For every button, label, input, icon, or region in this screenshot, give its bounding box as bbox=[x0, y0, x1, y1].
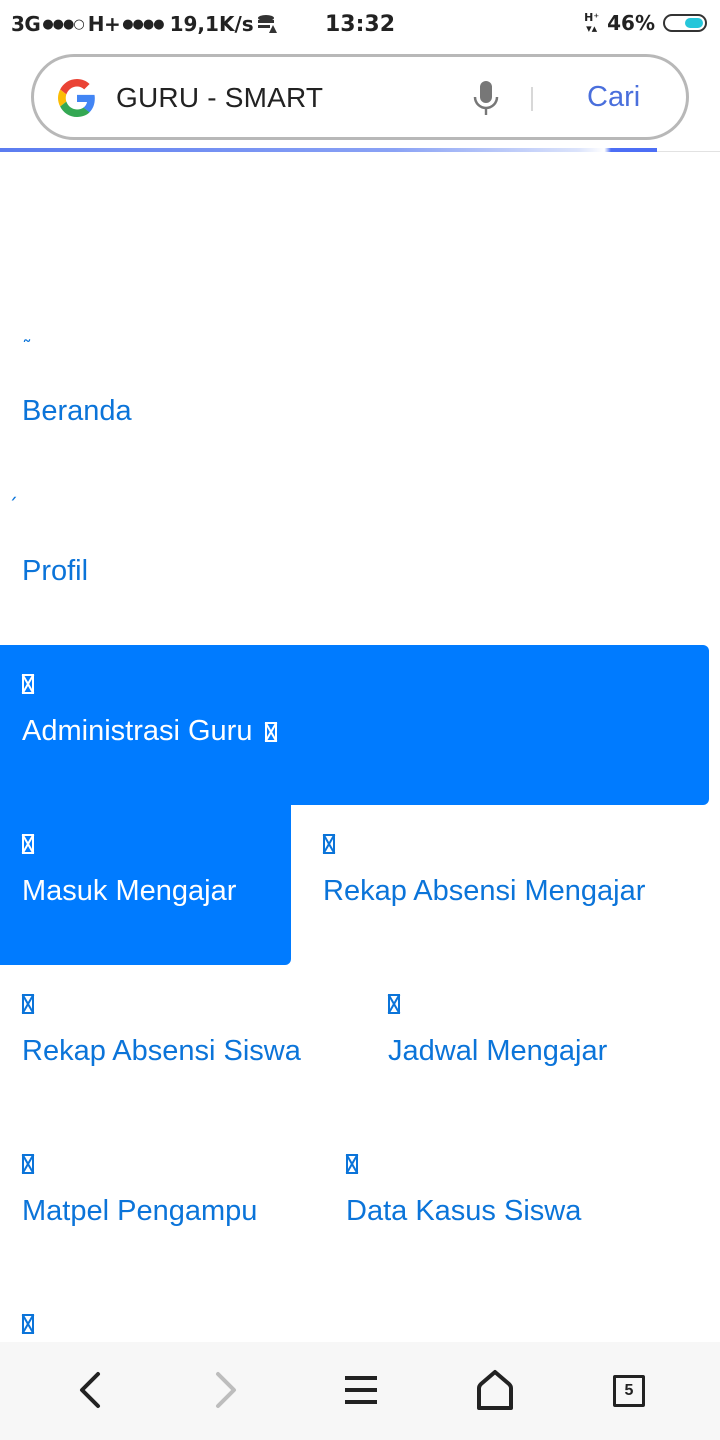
menu-item-matpel-pengampu[interactable]: Matpel Pengampu bbox=[0, 1125, 320, 1285]
page-load-progress bbox=[0, 148, 657, 152]
menu-item-profil[interactable]: ´ Profil bbox=[0, 485, 720, 595]
menu-item-label: Administrasi Guru bbox=[22, 715, 253, 747]
menu-item-label: Jadwal Mengajar bbox=[388, 1035, 608, 1067]
search-bar[interactable]: GURU - SMART Cari bbox=[31, 54, 689, 140]
status-right: H⁺ ▾▴ 46% bbox=[584, 11, 707, 35]
menu-item-beranda[interactable]: ˜ Beranda bbox=[0, 325, 720, 435]
chevron-down-icon bbox=[264, 722, 277, 743]
profile-icon: ´ bbox=[8, 494, 18, 518]
search-query[interactable]: GURU - SMART bbox=[116, 82, 323, 114]
folder-icon bbox=[22, 673, 34, 695]
menu-item-rekap-absensi-mengajar[interactable]: Rekap Absensi Mengajar bbox=[301, 805, 711, 965]
menu-item-label: Beranda bbox=[22, 395, 132, 427]
menu-item-label: Rekap Absensi Mengajar bbox=[323, 875, 646, 907]
menu-item-next[interactable] bbox=[0, 1285, 360, 1342]
menu-item-administrasi-guru[interactable]: Administrasi Guru bbox=[0, 645, 709, 805]
toolbar-divider bbox=[657, 151, 720, 152]
menu-item-label-wrap: Administrasi Guru bbox=[22, 715, 277, 748]
alert-icon bbox=[346, 1153, 358, 1175]
google-logo-icon bbox=[58, 79, 95, 117]
menu-item-label: Rekap Absensi Siswa bbox=[22, 1035, 301, 1067]
menu-item-label: Data Kasus Siswa bbox=[346, 1195, 582, 1227]
forward-icon[interactable] bbox=[202, 1366, 250, 1414]
browser-bottom-nav: 5 bbox=[0, 1342, 720, 1440]
menu-item-data-kasus-siswa[interactable]: Data Kasus Siswa bbox=[324, 1125, 704, 1285]
search-divider bbox=[531, 87, 533, 111]
report-icon bbox=[22, 993, 34, 1015]
search-button[interactable]: Cari bbox=[587, 81, 640, 114]
book-icon bbox=[22, 1153, 34, 1175]
report-icon bbox=[323, 833, 335, 855]
microphone-icon[interactable] bbox=[471, 79, 501, 119]
status-bar: 3G ●●●○ H+ ●●●● 19,1K/s 13:32 H⁺ ▾▴ 46% bbox=[0, 0, 720, 50]
home-icon[interactable] bbox=[471, 1366, 519, 1414]
login-icon bbox=[22, 833, 34, 855]
menu-item-label: Profil bbox=[22, 555, 89, 587]
menu-item-masuk-mengajar[interactable]: Masuk Mengajar bbox=[0, 805, 291, 965]
menu-item-label: Matpel Pengampu bbox=[22, 1195, 258, 1227]
battery-percent: 46% bbox=[607, 11, 655, 35]
menu-icon[interactable] bbox=[337, 1366, 385, 1414]
menu-icon bbox=[22, 1313, 34, 1335]
back-icon[interactable] bbox=[66, 1366, 114, 1414]
home-icon: ˜ bbox=[22, 336, 32, 360]
menu-item-label: Masuk Mengajar bbox=[22, 875, 237, 907]
menu-item-rekap-absensi-siswa[interactable]: Rekap Absensi Siswa bbox=[0, 965, 360, 1125]
tab-switcher-button[interactable]: 5 bbox=[613, 1375, 645, 1407]
menu-item-jadwal-mengajar[interactable]: Jadwal Mengajar bbox=[366, 965, 706, 1125]
calendar-icon bbox=[388, 993, 400, 1015]
battery-icon bbox=[663, 14, 707, 32]
network-activity-icon: H⁺ ▾▴ bbox=[584, 11, 600, 35]
